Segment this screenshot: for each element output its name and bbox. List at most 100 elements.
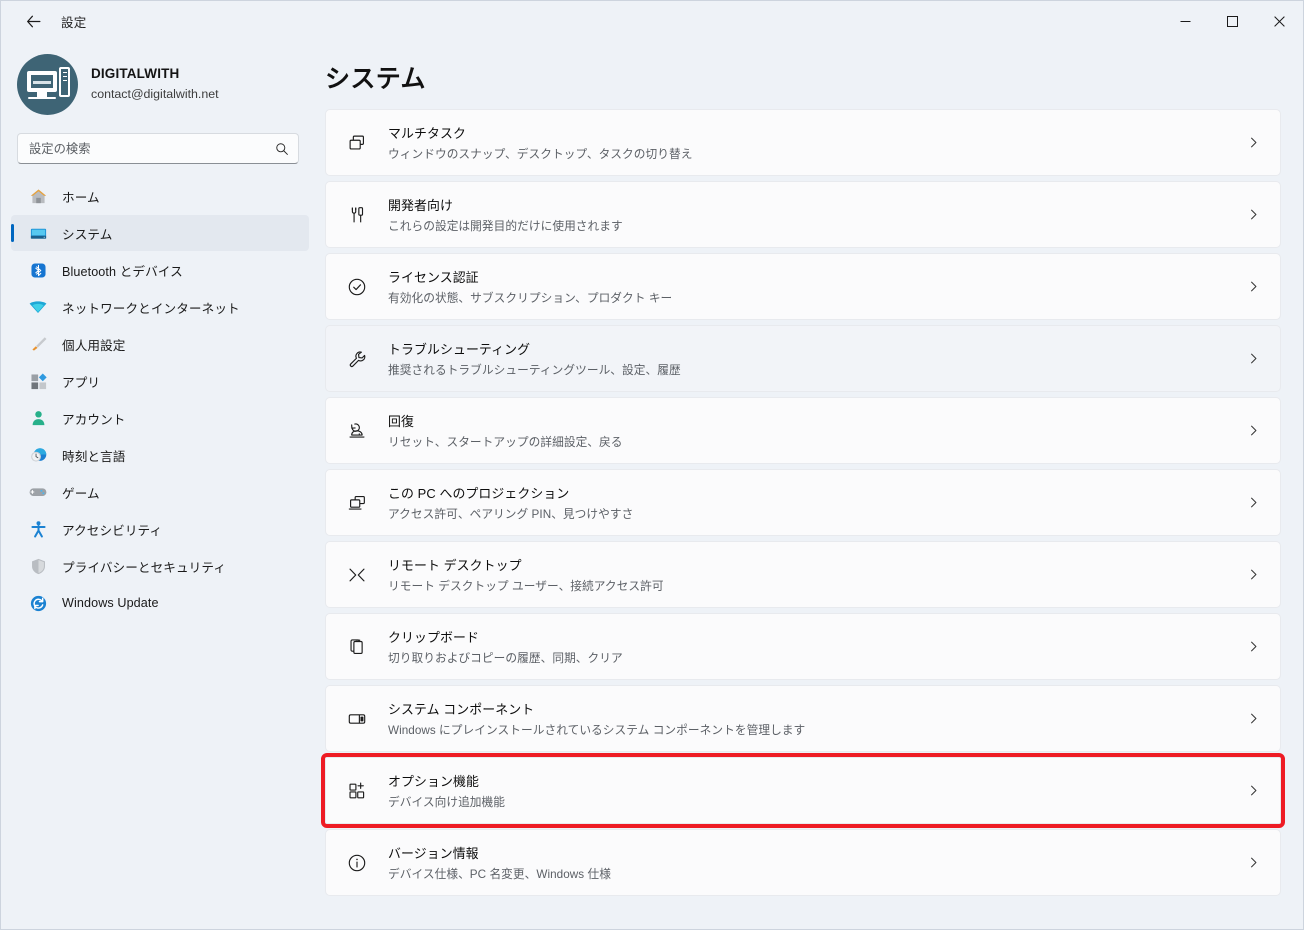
chevron-right-icon [1247,280,1260,293]
sidebar: DIGITALWITH contact@digitalwith.net 設定の検… [1,41,321,929]
settings-card-troubleshoot[interactable]: トラブルシューティング 推奨されるトラブルシューティングツール、設定、履歴 [325,325,1281,392]
card-subtitle: Windows にプレインストールされているシステム コンポーネントを管理します [388,724,806,737]
settings-card-system-components[interactable]: システム コンポーネント Windows にプレインストールされているシステム … [325,685,1281,752]
sidebar-item-label: 個人用設定 [62,338,126,353]
card-subtitle: アクセス許可、ペアリング PIN、見つけやすさ [388,508,634,521]
accessibility-icon [27,519,49,539]
chevron-right-icon [1247,208,1260,221]
back-button[interactable] [15,5,51,37]
settings-card-clipboard[interactable]: クリップボード 切り取りおよびコピーの履歴、同期、クリア [325,613,1281,680]
card-title: リモート デスクトップ [388,558,522,573]
settings-card-activation[interactable]: ライセンス認証 有効化の状態、サブスクリプション、プロダクト キー [325,253,1281,320]
card-subtitle: リモート デスクトップ ユーザー、接続アクセス許可 [388,580,664,593]
sidebar-item-label: Bluetooth とデバイス [62,264,183,279]
sidebar-item-accessibility[interactable]: アクセシビリティ [11,511,309,547]
chevron-right-icon [1247,784,1260,797]
apps-icon [27,371,49,391]
close-icon [1274,15,1285,27]
search-input[interactable] [29,141,275,156]
card-title: オプション機能 [388,774,479,789]
card-title: 回復 [388,414,414,429]
sidebar-item-network[interactable]: ネットワークとインターネット [11,289,309,325]
sidebar-item-personalization[interactable]: 個人用設定 [11,326,309,362]
gamepad-icon [27,482,49,502]
chevron-right-icon [1247,856,1260,869]
settings-card-multitask[interactable]: マルチタスク ウィンドウのスナップ、デスクトップ、タスクの切り替え [325,109,1281,176]
sidebar-item-home[interactable]: ホーム [11,178,309,214]
sidebar-item-label: アクセシビリティ [62,523,163,538]
search-icon[interactable] [275,142,289,156]
paintbrush-icon [27,334,49,354]
sidebar-item-label: Windows Update [62,596,159,610]
minimize-button[interactable] [1162,1,1209,41]
settings-card-list: マルチタスク ウィンドウのスナップ、デスクトップ、タスクの切り替え 開発者向け … [321,109,1303,896]
sidebar-item-label: ネットワークとインターネット [62,301,240,316]
info-circle-icon [340,852,374,874]
search-box[interactable] [17,133,299,164]
remote-desktop-icon [340,564,374,586]
settings-card-for-developers[interactable]: 開発者向け これらの設定は開発目的だけに使用されます [325,181,1281,248]
sidebar-item-accounts[interactable]: アカウント [11,400,309,436]
check-circle-icon [340,276,374,298]
maximize-icon [1227,15,1238,27]
update-icon [27,593,49,613]
multitask-icon [340,132,374,154]
settings-card-remote-desktop[interactable]: リモート デスクトップ リモート デスクトップ ユーザー、接続アクセス許可 [325,541,1281,608]
sidebar-item-label: アカウント [62,412,126,427]
card-subtitle: デバイス仕様、PC 名変更、Windows 仕様 [388,868,611,881]
window-title: 設定 [61,15,87,30]
wrench-icon [340,348,374,370]
card-subtitle: デバイス向け追加機能 [388,796,506,809]
sidebar-item-label: プライバシーとセキュリティ [62,560,227,575]
shield-icon [27,556,49,576]
sidebar-item-windows-update[interactable]: Windows Update [11,585,309,621]
settings-card-recovery[interactable]: 回復 リセット、スタートアップの詳細設定、戻る [325,397,1281,464]
account-email: contact@digitalwith.net [91,87,219,102]
sidebar-item-privacy-security[interactable]: プライバシーとセキュリティ [11,548,309,584]
arrow-left-icon [26,15,40,27]
card-title: 開発者向け [388,198,453,213]
window-body: DIGITALWITH contact@digitalwith.net 設定の検… [1,41,1303,929]
card-title: トラブルシューティング [388,342,531,357]
page-title: システム [325,65,426,93]
monitor-icon [27,223,49,243]
sidebar-item-label: ホーム [62,190,100,205]
chevron-right-icon [1247,712,1260,725]
recovery-icon [340,420,374,442]
avatar [17,53,78,115]
home-icon [27,186,49,206]
sidebar-item-label: アプリ [62,375,101,390]
chevron-right-icon [1247,424,1260,437]
sidebar-item-time-language[interactable]: 時刻と言語 [11,437,309,473]
card-title: ライセンス認証 [388,270,479,285]
card-subtitle: 切り取りおよびコピーの履歴、同期、クリア [388,652,623,665]
clipboard-icon [340,636,374,658]
close-button[interactable] [1256,1,1303,41]
account-header[interactable]: DIGITALWITH contact@digitalwith.net [1,41,321,119]
card-subtitle: 有効化の状態、サブスクリプション、プロダクト キー [388,292,673,305]
wifi-icon [27,297,49,317]
minimize-icon [1180,20,1191,22]
window-controls [1162,1,1303,41]
card-title: マルチタスク [388,126,466,141]
sidebar-item-label: ゲーム [62,486,100,501]
clock-globe-icon [27,445,49,465]
sidebar-item-gaming[interactable]: ゲーム [11,474,309,510]
sidebar-item-system[interactable]: システム [11,215,309,251]
tools-icon [340,204,374,226]
maximize-button[interactable] [1209,1,1256,41]
main-content: システム マルチタスク ウィンドウのスナップ、デスクトップ、タスクの切り替え 開… [321,41,1303,929]
card-subtitle: これらの設定は開発目的だけに使用されます [388,220,623,233]
sidebar-item-apps[interactable]: アプリ [11,363,309,399]
sidebar-item-label: システム [62,227,113,242]
sidebar-item-bluetooth[interactable]: Bluetooth とデバイス [11,252,309,288]
card-subtitle: リセット、スタートアップの詳細設定、戻る [388,436,623,449]
account-name: DIGITALWITH [91,66,180,82]
card-subtitle: 推奨されるトラブルシューティングツール、設定、履歴 [388,364,681,377]
settings-card-optional-features[interactable]: オプション機能 デバイス向け追加機能 [321,753,1285,828]
settings-card-about[interactable]: バージョン情報 デバイス仕様、PC 名変更、Windows 仕様 [325,829,1281,896]
card-title: この PC へのプロジェクション [388,486,570,501]
card-title: システム コンポーネント [388,702,535,717]
card-subtitle: ウィンドウのスナップ、デスクトップ、タスクの切り替え [388,148,693,161]
settings-card-projecting[interactable]: この PC へのプロジェクション アクセス許可、ペアリング PIN、見つけやすさ [325,469,1281,536]
